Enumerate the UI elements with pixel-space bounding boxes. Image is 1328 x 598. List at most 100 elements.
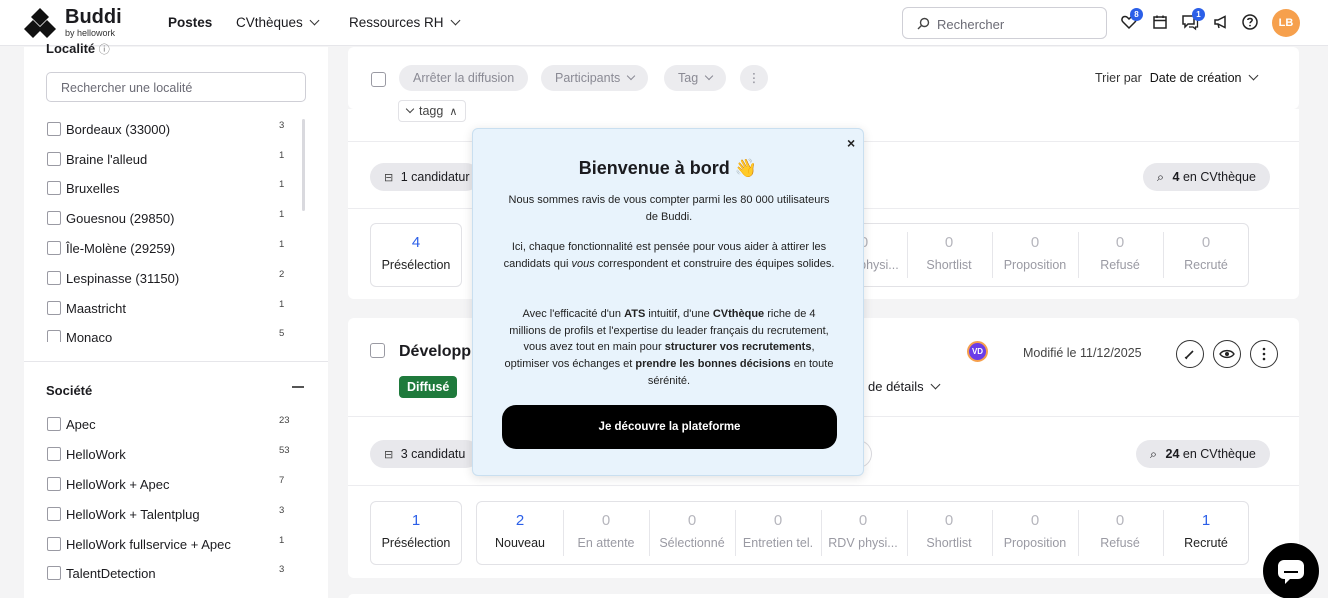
stage-shortlist[interactable]: 0 Shortlist [906, 224, 992, 286]
discover-platform-button[interactable]: Je découvre la plateforme [502, 405, 837, 449]
company-option[interactable]: Apec 23 [47, 415, 290, 435]
more-details-toggle[interactable]: de détails [868, 379, 941, 394]
stage-rdv-physique[interactable]: 0 RDV physi... [820, 502, 906, 564]
option-label: HelloWork [66, 447, 126, 462]
favorites-badge: 8 [1130, 8, 1143, 21]
modal-paragraph-ats: Avec l'efficacité d'un ATS intuitif, d'u… [504, 308, 834, 387]
nav-postes[interactable]: Postes [168, 15, 212, 30]
stage-count: 1 [1201, 512, 1211, 529]
preview-button[interactable] [1213, 340, 1241, 368]
checkbox[interactable] [47, 447, 61, 461]
checkbox[interactable] [47, 417, 61, 431]
chevron-down-icon [405, 104, 415, 114]
option-label: HelloWork + Talentplug [66, 507, 200, 522]
more-details-label: de détails [868, 379, 924, 394]
company-option[interactable]: HelloWork 53 [47, 445, 290, 465]
nav-cvtheques-label: CVthèques [236, 15, 303, 30]
stage-proposition[interactable]: 0 Proposition [992, 224, 1078, 286]
calendar-icon[interactable] [1151, 13, 1169, 31]
locality-search-placeholder: Rechercher une localité [61, 81, 193, 95]
checkbox[interactable] [47, 211, 61, 225]
chevron-up-icon: ∧ [449, 106, 458, 118]
company-option[interactable]: TalentDetection 3 [47, 564, 287, 584]
locality-option[interactable]: Île-Molène (29259) 1 [47, 239, 287, 259]
stage-count: 0 [773, 512, 783, 529]
checkbox[interactable] [47, 122, 61, 136]
stage-refuse[interactable]: 0 Refusé [1077, 224, 1163, 286]
help-icon[interactable] [1241, 13, 1259, 31]
close-icon[interactable]: × [847, 135, 855, 151]
nav-ressources-rh[interactable]: Ressources RH [349, 15, 460, 30]
stop-diffusion-button[interactable]: Arrêter la diffusion [399, 65, 529, 91]
select-all-checkbox[interactable] [371, 72, 386, 87]
locality-search-input[interactable]: Rechercher une localité [46, 72, 306, 102]
checkbox[interactable] [47, 271, 61, 285]
cvtheque-pill[interactable]: ⌕ 4 en CVthèque [1143, 163, 1270, 191]
checkbox[interactable] [47, 301, 61, 315]
locality-option[interactable]: Lespinasse (31150) 2 [47, 269, 287, 289]
edit-button[interactable] [1176, 340, 1204, 368]
locality-option[interactable]: Bordeaux (33000) 3 [47, 120, 287, 140]
stage-recrute[interactable]: 0 Recruté [1163, 224, 1249, 286]
info-icon[interactable]: ⓘ [99, 44, 110, 56]
locality-option[interactable]: Maastricht 1 [47, 299, 287, 319]
stage-selectionne[interactable]: 0 Sélectionné [649, 502, 735, 564]
checkbox[interactable] [47, 330, 61, 342]
stage-entretien-tel[interactable]: 0 Entretien tel. [735, 502, 821, 564]
job-checkbox[interactable] [370, 343, 385, 358]
stage-shortlist[interactable]: 0 Shortlist [906, 502, 992, 564]
checkbox[interactable] [47, 537, 61, 551]
stage-en-attente[interactable]: 0 En attente [563, 502, 649, 564]
megaphone-icon[interactable] [1212, 13, 1230, 31]
tag-dropdown[interactable]: Tag [664, 65, 727, 91]
stage-refuse[interactable]: 0 Refusé [1077, 502, 1163, 564]
user-avatar[interactable]: LB [1272, 9, 1300, 37]
participants-dropdown[interactable]: Participants [541, 65, 649, 91]
stage-preselection[interactable]: 4 Présélection [373, 224, 459, 286]
option-count: 3 [279, 505, 285, 516]
company-option[interactable]: HelloWork + Talentplug 3 [47, 505, 287, 525]
stage-label: Présélection [381, 258, 451, 272]
company-option[interactable]: HelloWork + Apec 7 [47, 475, 287, 495]
checkbox[interactable] [47, 477, 61, 491]
job-title[interactable]: Développ [399, 343, 471, 361]
checkbox[interactable] [47, 566, 61, 580]
recruiter-avatar[interactable]: VD [967, 341, 988, 362]
checkbox[interactable] [47, 152, 61, 166]
chat-bubble-icon [1278, 560, 1304, 584]
stage-label: Shortlist [926, 258, 972, 272]
nav-cvtheques[interactable]: CVthèques [236, 15, 320, 30]
preselection-box[interactable]: 1 Présélection [370, 501, 462, 565]
cvtheque-pill[interactable]: ⌕ 24 en CVthèque [1136, 440, 1270, 468]
job-menu-button[interactable] [1250, 340, 1278, 368]
stage-preselection[interactable]: 1 Présélection [373, 502, 459, 564]
stage-count: 1 [411, 512, 421, 529]
company-option[interactable]: HelloWork fullservice + Apec 1 [47, 535, 287, 555]
checkbox[interactable] [47, 241, 61, 255]
stage-nouveau[interactable]: 2 Nouveau [477, 502, 563, 564]
kebab-icon: ⋮ [747, 71, 761, 85]
locality-option[interactable]: Gouesnou (29850) 1 [47, 209, 287, 229]
tag-chip-label: tagg [419, 104, 444, 118]
brand-subtitle: by hellowork [65, 28, 116, 38]
locality-scrollbar[interactable] [302, 119, 305, 211]
stage-proposition[interactable]: 0 Proposition [992, 502, 1078, 564]
preselection-box[interactable]: 4 Présélection [370, 223, 462, 287]
cvtheque-count: 4 [1172, 170, 1180, 184]
waving-hand-icon: 👋 [734, 158, 758, 178]
locality-option[interactable]: Bruxelles 1 [47, 179, 287, 199]
locality-option[interactable]: Monaco 5 [47, 328, 287, 342]
checkbox[interactable] [47, 507, 61, 521]
stage-recrute[interactable]: 1 Recruté [1163, 502, 1249, 564]
more-actions-button[interactable]: ⋮ [740, 65, 768, 91]
stage-count: 0 [1115, 234, 1125, 251]
tag-chip[interactable]: tagg ∧ [398, 100, 467, 122]
applications-pill[interactable]: ⊟ 1 candidatur [370, 163, 480, 191]
collapse-icon[interactable] [292, 386, 304, 388]
sort-control[interactable]: Trier par Date de création [1095, 70, 1258, 85]
checkbox[interactable] [47, 181, 61, 195]
global-search-input[interactable]: Rechercher [902, 7, 1107, 39]
locality-option[interactable]: Braine l'alleud 1 [47, 150, 287, 170]
chat-widget-button[interactable] [1263, 543, 1319, 598]
applications-pill[interactable]: ⊟ 3 candidatu [370, 440, 480, 468]
